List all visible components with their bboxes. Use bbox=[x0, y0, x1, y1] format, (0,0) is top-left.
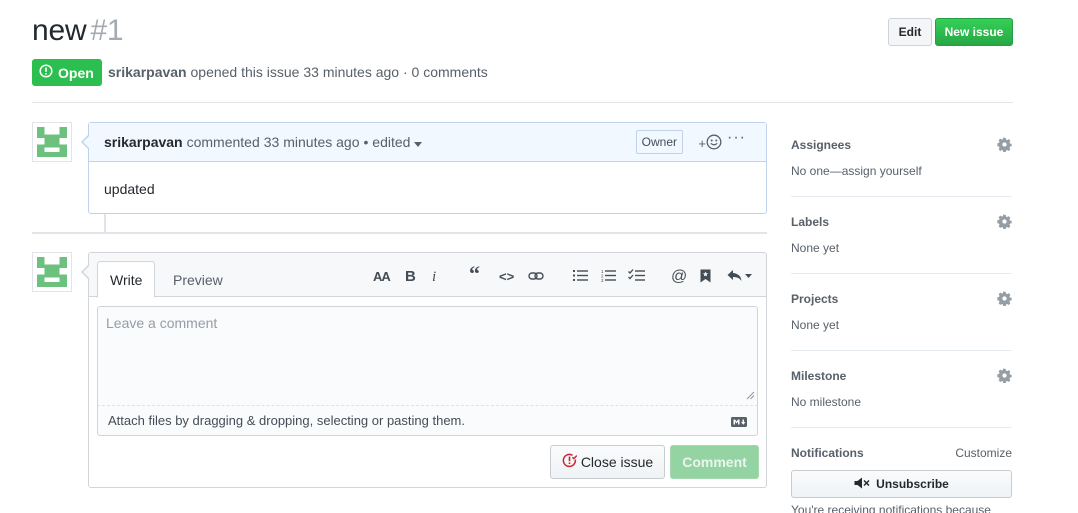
tab-preview[interactable]: Preview bbox=[161, 261, 235, 298]
new-comment-form: Write Preview AA B i “ <> 123 @ Leave a … bbox=[81, 252, 767, 488]
comment-textarea[interactable]: Leave a comment bbox=[97, 306, 758, 406]
avatar[interactable] bbox=[32, 122, 72, 162]
kebab-horizontal-icon[interactable]: ··· bbox=[727, 129, 746, 147]
quote-icon[interactable]: “ bbox=[469, 263, 480, 285]
comment-body: updated bbox=[104, 181, 155, 197]
comment-edited-label[interactable]: • edited bbox=[364, 134, 411, 150]
resize-handle-icon[interactable] bbox=[746, 387, 755, 403]
reply-icon[interactable] bbox=[727, 269, 753, 285]
issue-meta: srikarpavan opened this issue 33 minutes… bbox=[108, 64, 488, 80]
bold-icon[interactable]: B bbox=[405, 269, 416, 285]
assignees-heading[interactable]: Assignees bbox=[791, 138, 851, 152]
owner-badge: Owner bbox=[635, 130, 683, 154]
issue-closed-icon bbox=[562, 453, 578, 471]
bookmark-icon[interactable] bbox=[700, 269, 711, 286]
reaction-plus: + bbox=[698, 136, 706, 151]
issue-title: new #1 bbox=[32, 14, 124, 48]
edit-button[interactable]: Edit bbox=[888, 18, 932, 46]
unsubscribe-button[interactable]: Unsubscribe bbox=[791, 470, 1012, 498]
sidebar-labels: Labels None yet bbox=[791, 214, 1012, 274]
issue-meta-text: opened this issue 33 minutes ago · 0 com… bbox=[190, 64, 488, 80]
unordered-list-icon[interactable] bbox=[573, 269, 588, 285]
markdown-icon[interactable] bbox=[731, 415, 747, 430]
labels-value: None yet bbox=[791, 241, 840, 255]
close-issue-label: Close issue bbox=[580, 454, 654, 470]
editor-toolbar: Write Preview AA B i “ <> 123 @ bbox=[89, 253, 766, 298]
avatar[interactable] bbox=[32, 252, 72, 292]
code-icon[interactable]: <> bbox=[499, 269, 514, 285]
mute-icon bbox=[854, 477, 870, 492]
sidebar-assignees: Assignees No one—assign yourself bbox=[791, 137, 1012, 197]
assignees-value[interactable]: No one—assign yourself bbox=[791, 164, 922, 178]
comment-placeholder: Leave a comment bbox=[106, 315, 218, 331]
gear-icon[interactable] bbox=[997, 137, 1012, 155]
gear-icon[interactable] bbox=[997, 368, 1012, 386]
link-icon[interactable] bbox=[528, 269, 544, 285]
milestone-heading[interactable]: Milestone bbox=[791, 369, 846, 383]
header-divider bbox=[32, 102, 1013, 103]
milestone-value: No milestone bbox=[791, 395, 862, 409]
comment-action: commented bbox=[186, 134, 260, 150]
notification-reason: You're receiving notifications because bbox=[791, 503, 991, 513]
ordered-list-icon[interactable]: 123 bbox=[601, 269, 616, 285]
tab-write[interactable]: Write bbox=[97, 261, 156, 298]
sidebar-projects: Projects None yet bbox=[791, 291, 1012, 351]
add-reaction-button[interactable]: + bbox=[698, 134, 722, 153]
attach-hint: Attach files by dragging & dropping, sel… bbox=[108, 413, 465, 428]
issue-author-link[interactable]: srikarpavan bbox=[108, 64, 187, 80]
notifications-heading: Notifications bbox=[791, 446, 864, 460]
text-size-icon[interactable]: AA bbox=[373, 269, 391, 285]
issue-title-text: new bbox=[32, 14, 87, 47]
labels-heading[interactable]: Labels bbox=[791, 215, 829, 229]
svg-text:3: 3 bbox=[601, 278, 604, 282]
gear-icon[interactable] bbox=[997, 214, 1012, 232]
mention-icon[interactable]: @ bbox=[671, 269, 687, 285]
projects-value: None yet bbox=[791, 318, 840, 332]
comment-timestamp[interactable]: 33 minutes ago bbox=[264, 134, 360, 150]
comment-button[interactable]: Comment bbox=[670, 445, 759, 479]
chevron-down-icon[interactable] bbox=[414, 134, 423, 150]
comment-author-link[interactable]: srikarpavan bbox=[104, 134, 183, 150]
timeline-divider bbox=[32, 232, 767, 234]
status-badge: Open bbox=[32, 59, 102, 86]
issue-opened-icon bbox=[39, 64, 53, 81]
task-list-icon[interactable] bbox=[628, 269, 645, 285]
projects-heading[interactable]: Projects bbox=[791, 292, 838, 306]
italic-icon[interactable]: i bbox=[432, 269, 436, 285]
sidebar-notifications: Notifications Customize bbox=[791, 446, 1012, 466]
timeline-line bbox=[104, 214, 106, 232]
close-issue-button[interactable]: Close issue bbox=[550, 445, 665, 479]
issue-comment: srikarpavan commented 33 minutes ago • e… bbox=[81, 122, 767, 214]
sidebar-milestone: Milestone No milestone bbox=[791, 368, 1012, 428]
status-label: Open bbox=[58, 64, 94, 81]
smiley-icon bbox=[706, 134, 722, 153]
gear-icon[interactable] bbox=[997, 291, 1012, 309]
new-issue-button[interactable]: New issue bbox=[935, 18, 1013, 46]
customize-link[interactable]: Customize bbox=[955, 446, 1012, 460]
attach-files-bar[interactable]: Attach files by dragging & dropping, sel… bbox=[97, 406, 758, 436]
issue-number: #1 bbox=[90, 14, 124, 47]
unsubscribe-label: Unsubscribe bbox=[876, 477, 949, 491]
